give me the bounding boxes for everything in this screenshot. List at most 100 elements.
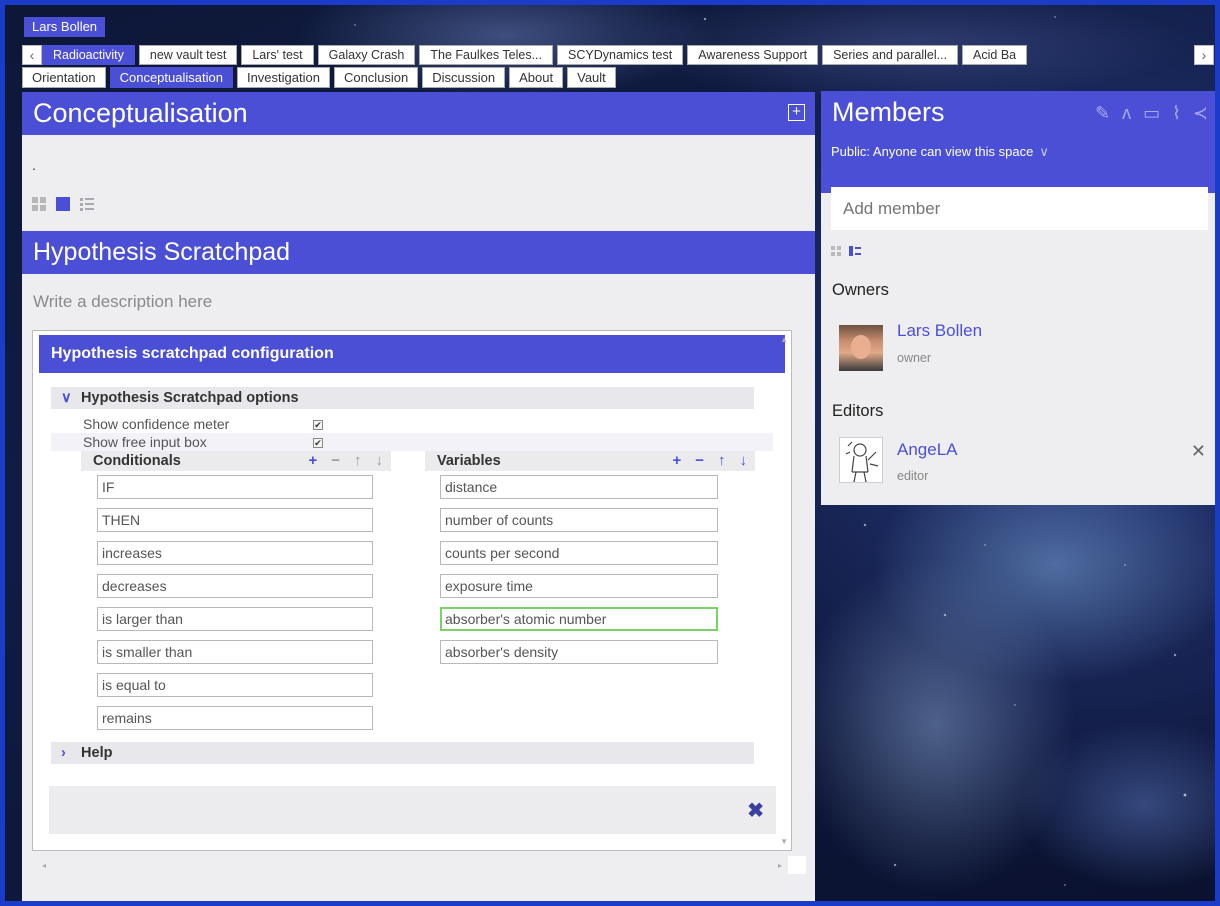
conditionals-header: Conditionals + − ↑ ↓ [81,451,391,471]
members-title: Members [832,97,945,127]
page-title: Conceptualisation [33,98,248,128]
move-up-variable-button[interactable]: ↑ [718,451,726,471]
close-icon[interactable]: ✖ [747,798,764,823]
tab-conceptualisation[interactable]: Conceptualisation [109,67,233,88]
config-dialog: Hypothesis scratchpad configuration ▲ ▼ … [32,330,792,851]
user-name-tab[interactable]: Lars Bollen [24,17,106,37]
chevron-right-icon[interactable]: › [1194,45,1214,65]
space-tab-6[interactable]: Awareness Support [687,45,819,65]
main-panel: Conceptualisation + . Hypothesis Scratch… [22,92,815,901]
remove-conditional-button[interactable]: − [331,451,340,471]
space-tab-7[interactable]: Series and parallel... [822,45,959,65]
chevron-right-icon: › [61,745,66,761]
tab-investigation[interactable]: Investigation [236,67,330,88]
scroll-right-icon[interactable]: ▸ [778,861,782,870]
space-tab-8[interactable]: Acid Ba [962,45,1028,65]
editor-name[interactable]: AngeLA [897,440,958,460]
tab-vault[interactable]: Vault [567,67,616,88]
share-icon[interactable]: ≺ [1193,103,1208,124]
conditional-input[interactable]: is larger than [97,607,373,631]
add-member-input[interactable] [831,187,1208,230]
option-confidence-meter: Show confidence meter ✔ [83,415,323,433]
phase-description[interactable]: . [22,135,815,183]
conditional-input[interactable]: is equal to [97,673,373,697]
scroll-up-icon[interactable]: ▲ [780,335,788,344]
variables-controls: + − ↑ ↓ [672,451,747,471]
people-icon[interactable]: ʌ [1122,103,1131,124]
option-label: Show free input box [83,434,207,450]
members-view-toggle [831,246,861,256]
tab-about[interactable]: About [509,67,564,88]
config-scrollbar[interactable]: ▲ ▼ [777,331,791,850]
phase-tab-bar: Orientation Conceptualisation Investigatio… [22,67,620,88]
remove-variable-button[interactable]: − [695,451,704,471]
single-view-icon[interactable] [56,197,70,211]
variable-input[interactable]: absorber's density [440,640,718,664]
horizontal-scrollbar[interactable]: ◂ ▸ [32,855,792,875]
confidence-meter-checkbox[interactable]: ✔ [313,420,323,430]
move-up-conditional-button[interactable]: ↑ [354,451,362,471]
activity-icon[interactable]: ⌇ [1172,103,1181,124]
variable-input[interactable]: number of counts [440,508,718,532]
conditional-input[interactable]: remains [97,706,373,730]
list-view-icon[interactable] [849,246,861,256]
tab-conclusion[interactable]: Conclusion [333,67,419,88]
add-variable-button[interactable]: + [672,451,681,471]
tool-title[interactable]: Hypothesis Scratchpad [22,231,815,274]
visibility-selector[interactable]: Public: Anyone can view this space ∨ [831,144,1049,160]
free-input-checkbox[interactable]: ✔ [313,438,323,448]
scroll-left-icon[interactable]: ◂ [42,861,46,870]
visibility-label: Public: Anyone can view this space [831,144,1034,159]
scroll-corner [788,856,806,874]
space-tab-5[interactable]: SCYDynamics test [557,45,684,65]
variable-input[interactable]: exposure time [440,574,718,598]
space-tab-0[interactable]: Radioactivity [42,45,135,65]
pencil-icon[interactable]: ✎ [1095,103,1110,124]
variables-label: Variables [437,453,501,469]
chevron-left-icon[interactable]: ‹ [22,45,42,65]
conditional-input[interactable]: increases [97,541,373,565]
conditionals-label: Conditionals [93,453,181,469]
expand-icon[interactable]: + [788,104,805,121]
tab-orientation[interactable]: Orientation [22,67,106,88]
chevron-down-icon: ∨ [1039,144,1049,159]
grid-view-icon[interactable] [32,197,46,211]
space-tab-2[interactable]: Lars' test [241,45,314,65]
conditional-input[interactable]: IF [97,475,373,499]
tab-discussion[interactable]: Discussion [422,67,506,88]
conditional-input[interactable]: is smaller than [97,640,373,664]
tool-description[interactable]: Write a description here [33,292,212,312]
config-content: ∨ Hypothesis Scratchpad options Show con… [51,387,773,767]
config-title: Hypothesis scratchpad configuration [39,335,785,373]
members-panel: Members ✎ ʌ ▭ ⌇ ≺ Public: Anyone can vie… [821,91,1215,505]
remove-member-icon[interactable]: ✕ [1191,441,1206,462]
conditional-input[interactable]: decreases [97,574,373,598]
space-tab-3[interactable]: Galaxy Crash [317,45,416,65]
variable-input[interactable]: counts per second [440,541,718,565]
chat-icon[interactable]: ▭ [1143,103,1160,124]
conditional-input[interactable]: THEN [97,508,373,532]
config-footer: ✖ [49,786,776,834]
editors-label: Editors [832,402,884,420]
variable-input[interactable]: distance [440,475,718,499]
grid-view-icon[interactable] [831,246,841,256]
options-section-header[interactable]: ∨ Hypothesis Scratchpad options [51,387,754,409]
space-tab-4[interactable]: The Faulkes Teles... [419,45,554,65]
variable-input[interactable]: absorber's atomic number [440,607,718,631]
conditionals-controls: + − ↑ ↓ [308,451,383,471]
owner-name[interactable]: Lars Bollen [897,321,982,341]
variables-header: Variables + − ↑ ↓ [425,451,755,471]
space-tab-1[interactable]: new vault test [138,45,238,65]
owner-role: owner [897,351,932,365]
list-view-icon[interactable] [80,197,94,211]
chevron-down-icon: ∨ [61,390,72,406]
option-free-input: Show free input box ✔ [83,433,323,451]
add-conditional-button[interactable]: + [308,451,317,471]
scroll-down-icon[interactable]: ▼ [780,837,788,846]
help-header-label: Help [81,745,113,761]
help-section-header[interactable]: › Help [51,742,754,764]
option-label: Show confidence meter [83,416,230,432]
move-down-conditional-button[interactable]: ↓ [376,451,384,471]
members-header: Members ✎ ʌ ▭ ⌇ ≺ Public: Anyone can vie… [821,91,1215,193]
move-down-variable-button[interactable]: ↓ [740,451,748,471]
